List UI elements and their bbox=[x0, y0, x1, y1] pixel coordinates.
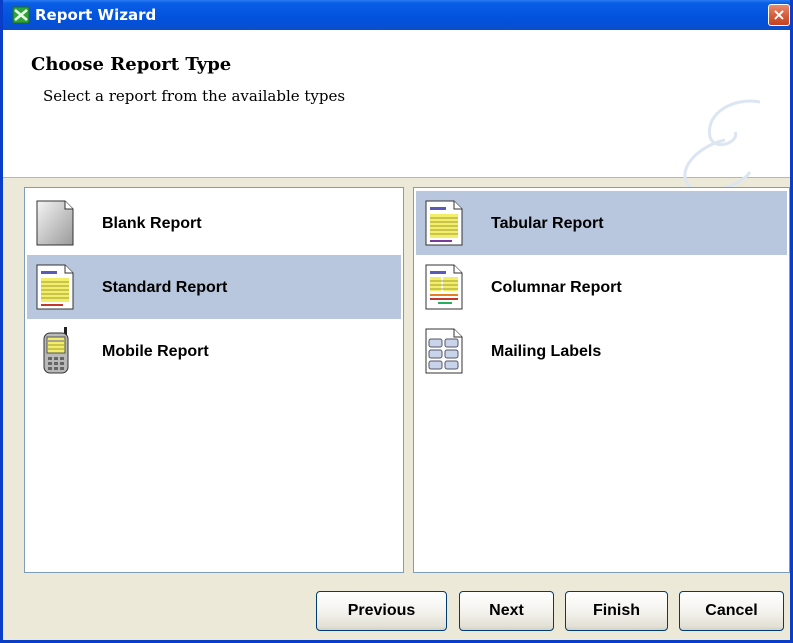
list-item-mobile-report[interactable]: Mobile Report bbox=[27, 319, 401, 383]
page-title: Choose Report Type bbox=[31, 54, 232, 75]
wizard-app-icon bbox=[12, 6, 30, 24]
tabular-report-icon bbox=[425, 200, 463, 246]
list-item-label: Blank Report bbox=[102, 215, 202, 232]
close-button[interactable]: × bbox=[768, 4, 790, 26]
blank-report-icon bbox=[36, 200, 74, 246]
finish-button[interactable]: Finish bbox=[565, 591, 668, 631]
report-template-list[interactable]: Tabular Report Columnar Report Mailing L… bbox=[413, 187, 790, 573]
list-item-label: Mailing Labels bbox=[491, 343, 602, 360]
list-item-label: Mobile Report bbox=[102, 343, 209, 360]
columnar-report-icon bbox=[425, 264, 463, 310]
previous-button[interactable]: Previous bbox=[316, 591, 447, 631]
report-wizard-window: Report Wizard × Choose Report Type Selec… bbox=[0, 0, 793, 643]
watermark-logo-icon bbox=[683, 99, 761, 193]
list-item-standard-report[interactable]: Standard Report bbox=[27, 255, 401, 319]
title-bar[interactable]: Report Wizard × bbox=[3, 0, 790, 30]
report-category-list[interactable]: Blank Report Standard Report Mobile Repo… bbox=[24, 187, 404, 573]
list-item-label: Tabular Report bbox=[491, 215, 604, 232]
list-item-mailing-labels[interactable]: Mailing Labels bbox=[416, 319, 787, 383]
list-item-label: Columnar Report bbox=[491, 279, 622, 296]
list-item-blank-report[interactable]: Blank Report bbox=[27, 191, 401, 255]
mailing-labels-icon bbox=[425, 328, 463, 374]
list-item-tabular-report[interactable]: Tabular Report bbox=[416, 191, 787, 255]
page-subtitle: Select a report from the available types bbox=[43, 87, 346, 105]
standard-report-icon bbox=[36, 264, 74, 310]
next-button[interactable]: Next bbox=[459, 591, 554, 631]
window-title: Report Wizard bbox=[35, 6, 157, 24]
list-item-label: Standard Report bbox=[102, 279, 228, 296]
mobile-report-icon bbox=[43, 327, 69, 374]
cancel-button[interactable]: Cancel bbox=[679, 591, 784, 631]
list-item-columnar-report[interactable]: Columnar Report bbox=[416, 255, 787, 319]
